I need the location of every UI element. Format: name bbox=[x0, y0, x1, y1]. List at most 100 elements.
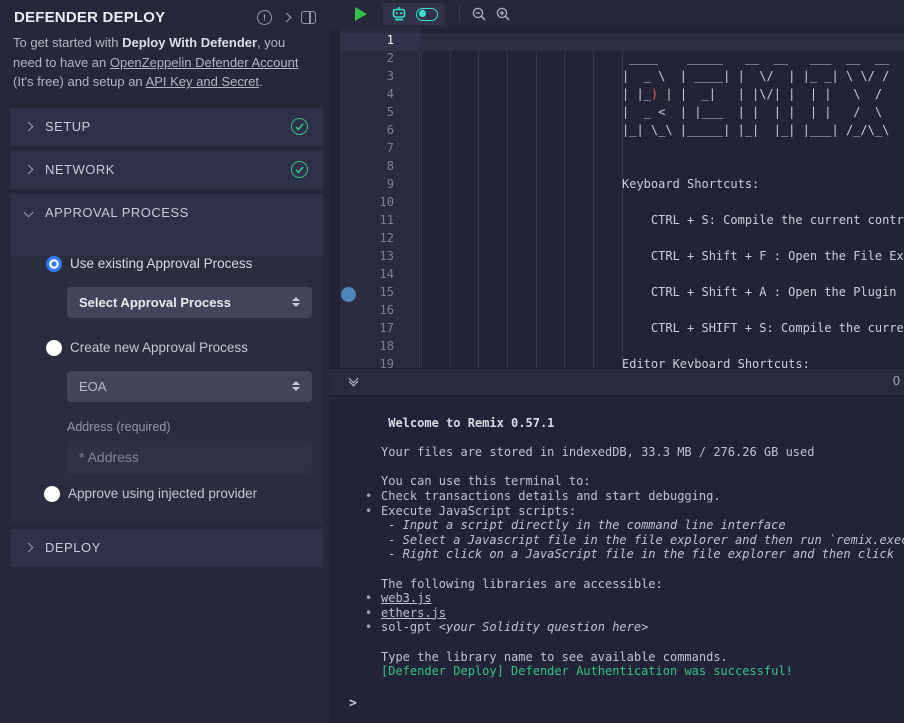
radio-create-new-approval[interactable]: Create new Approval Process bbox=[46, 340, 323, 356]
gutter-line-number[interactable]: 1 bbox=[340, 33, 420, 51]
editor-line: CTRL + SHIFT + S: Compile the current co… bbox=[420, 321, 904, 339]
gutter-line-number[interactable]: 12 bbox=[340, 231, 420, 249]
editor-line: | _ < | |___ | | | | | | / \ bbox=[420, 105, 904, 123]
transaction-count: 0 bbox=[893, 374, 900, 388]
code-editor[interactable]: 12345678910111213141516171819 ____ _____… bbox=[330, 28, 904, 368]
gutter-line-number[interactable]: 17 bbox=[340, 321, 420, 339]
issues-icon[interactable]: ! bbox=[257, 10, 272, 25]
select-approval-type[interactable]: EOA bbox=[67, 371, 312, 402]
editor-code[interactable]: ____ _____ __ __ ___ __ __| _ \ | ____| … bbox=[420, 33, 904, 368]
radio-unselected-icon[interactable] bbox=[46, 340, 62, 356]
radio-approve-injected-provider[interactable]: Approve using injected provider bbox=[44, 486, 323, 502]
gutter-line-number[interactable]: 18 bbox=[340, 339, 420, 357]
openzeppelin-account-link[interactable]: OpenZeppelin Defender Account bbox=[110, 55, 299, 70]
gutter-line-number[interactable]: 15 bbox=[340, 285, 420, 303]
breakpoint-dot[interactable] bbox=[341, 287, 356, 302]
api-key-secret-link[interactable]: API Key and Secret bbox=[146, 74, 259, 89]
panel-header: DEFENDER DEPLOY ! bbox=[0, 0, 330, 26]
gutter-line-number[interactable]: 16 bbox=[340, 303, 420, 321]
terminal-line bbox=[330, 635, 904, 650]
editor-line: CTRL + Shift + A : Open the Plugin Manag… bbox=[420, 285, 904, 303]
gutter-line-number[interactable]: 3 bbox=[340, 69, 420, 87]
section-header-approval-process[interactable]: APPROVAL PROCESS bbox=[10, 194, 323, 232]
editor-gutter: 12345678910111213141516171819 bbox=[340, 33, 420, 368]
bullet-icon: • bbox=[365, 489, 372, 503]
bullet-icon: • bbox=[365, 620, 372, 634]
check-circle-icon bbox=[291, 161, 308, 178]
editor-terminal-column: 12345678910111213141516171819 ____ _____… bbox=[330, 0, 904, 723]
layout-columns-icon[interactable] bbox=[301, 11, 316, 24]
section-header-setup[interactable]: SETUP bbox=[10, 108, 323, 146]
editor-line bbox=[420, 339, 904, 357]
intro-text: To get started with Deploy With Defender… bbox=[0, 26, 330, 92]
editor-line: ____ _____ __ __ ___ __ __ bbox=[420, 51, 904, 69]
section-header-network[interactable]: NETWORK bbox=[10, 151, 323, 189]
terminal-prompt[interactable]: > bbox=[349, 696, 357, 711]
terminal-line: •Check transactions details and start de… bbox=[330, 489, 904, 504]
editor-toolbar bbox=[330, 0, 904, 28]
chevron-right-icon bbox=[24, 122, 34, 132]
radio-unselected-icon[interactable] bbox=[44, 486, 60, 502]
gutter-line-number[interactable]: 2 bbox=[340, 51, 420, 69]
gutter-line-number[interactable]: 11 bbox=[340, 213, 420, 231]
collapse-panel-icon[interactable] bbox=[283, 14, 290, 21]
zoom-in-icon[interactable] bbox=[496, 7, 511, 22]
terminal-line bbox=[330, 460, 904, 475]
run-script-icon[interactable] bbox=[355, 7, 367, 21]
terminal-line: The following libraries are accessible: bbox=[330, 577, 904, 592]
ai-copilot-robot-icon[interactable] bbox=[390, 6, 408, 22]
terminal-line: •Execute JavaScript scripts: bbox=[330, 504, 904, 519]
editor-line: Editor Keyboard Shortcuts: bbox=[420, 357, 904, 368]
terminal-line: You can use this terminal to: bbox=[330, 474, 904, 489]
select-approval-process[interactable]: Select Approval Process bbox=[67, 287, 312, 318]
gutter-line-number[interactable]: 13 bbox=[340, 249, 420, 267]
gutter-line-number[interactable]: 5 bbox=[340, 105, 420, 123]
gutter-line-number[interactable]: 7 bbox=[340, 141, 420, 159]
chevron-right-icon bbox=[24, 543, 34, 553]
editor-line bbox=[420, 303, 904, 321]
editor-line: |_| \_\ |_____| |_| |_| |___| /_/\_\ bbox=[420, 123, 904, 141]
select-arrows-icon bbox=[292, 297, 300, 307]
terminal-line bbox=[330, 431, 904, 446]
zoom-out-icon[interactable] bbox=[472, 7, 487, 22]
gutter-line-number[interactable]: 6 bbox=[340, 123, 420, 141]
editor-line bbox=[420, 231, 904, 249]
section-header-deploy[interactable]: DEPLOY bbox=[10, 529, 323, 567]
gutter-line-number[interactable]: 9 bbox=[340, 177, 420, 195]
terminal-library-link[interactable]: ethers.js bbox=[381, 606, 446, 620]
terminal[interactable]: Welcome to Remix 0.57.1 Your files are s… bbox=[330, 397, 904, 723]
terminal-line: Type the library name to see available c… bbox=[330, 650, 904, 665]
select-arrows-icon bbox=[292, 381, 300, 391]
terminal-line bbox=[330, 562, 904, 577]
chevron-right-icon bbox=[24, 165, 34, 175]
terminal-library-link[interactable]: web3.js bbox=[381, 591, 432, 605]
editor-line bbox=[420, 195, 904, 213]
radio-use-existing-approval[interactable]: Use existing Approval Process bbox=[46, 256, 323, 272]
gutter-line-number[interactable]: 14 bbox=[340, 267, 420, 285]
address-input[interactable] bbox=[67, 441, 312, 474]
radio-selected-icon[interactable] bbox=[46, 256, 62, 272]
bullet-icon: • bbox=[365, 606, 372, 620]
gutter-line-number[interactable]: 8 bbox=[340, 159, 420, 177]
editor-line bbox=[420, 141, 904, 159]
toolbar-divider bbox=[459, 6, 460, 22]
terminal-line: Welcome to Remix 0.57.1 bbox=[330, 416, 904, 431]
terminal-line: •sol-gpt <your Solidity question here> bbox=[330, 620, 904, 635]
address-label: Address (required) bbox=[67, 420, 323, 434]
terminal-bar: 0 bbox=[330, 368, 904, 396]
terminal-line: - Input a script directly in the command… bbox=[330, 518, 904, 533]
editor-line bbox=[420, 159, 904, 177]
editor-line: Keyboard Shortcuts: bbox=[420, 177, 904, 195]
terminal-line: • ethers.js bbox=[330, 606, 904, 621]
terminal-collapse-icon[interactable] bbox=[350, 375, 357, 385]
bullet-icon: • bbox=[365, 504, 372, 518]
check-circle-icon bbox=[291, 118, 308, 135]
approval-process-body: Use existing Approval Process Select App… bbox=[10, 256, 323, 524]
gutter-line-number[interactable]: 4 bbox=[340, 87, 420, 105]
terminal-line: •web3.js bbox=[330, 591, 904, 606]
terminal-line: - Select a Javascript file in the file e… bbox=[330, 533, 904, 548]
gutter-line-number[interactable]: 19 bbox=[340, 357, 420, 368]
copilot-toggle[interactable] bbox=[416, 8, 438, 21]
editor-line bbox=[420, 267, 904, 285]
gutter-line-number[interactable]: 10 bbox=[340, 195, 420, 213]
